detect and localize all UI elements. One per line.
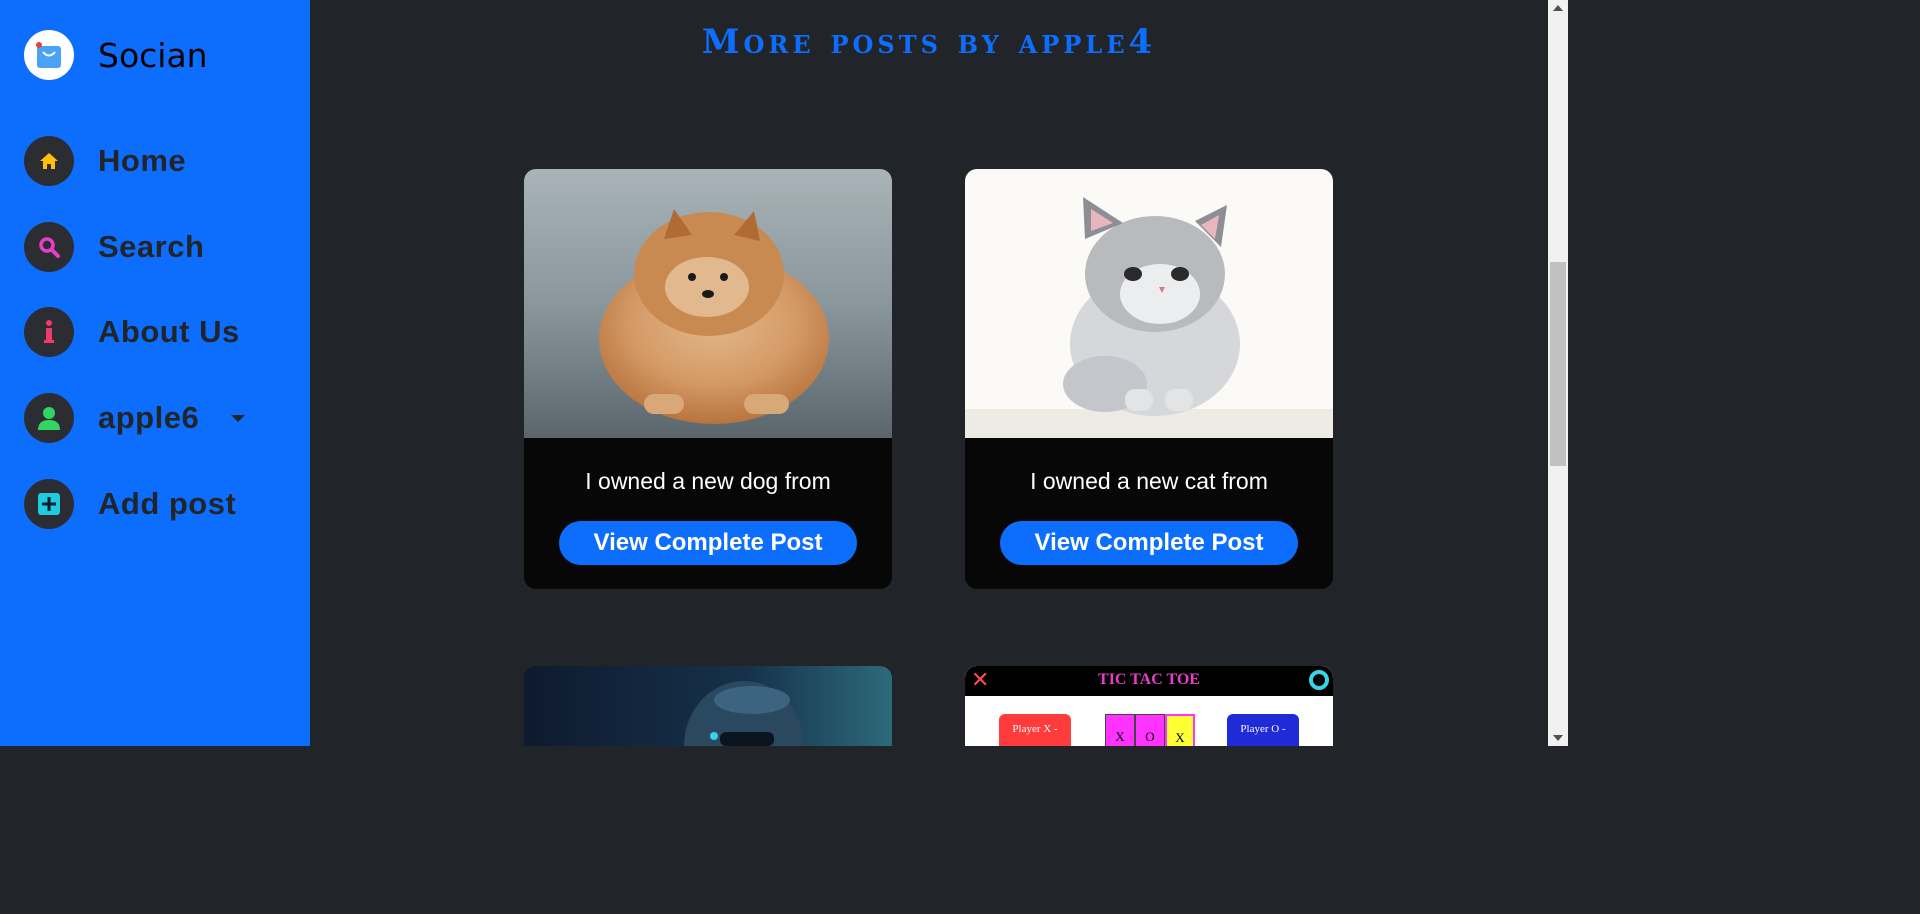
nav-user-label: apple6 xyxy=(98,400,200,435)
post-card: I owned a new cat from View Complete Pos… xyxy=(965,169,1333,589)
post-card xyxy=(524,666,892,746)
kitten-painting[interactable] xyxy=(965,169,1333,438)
nav-add-post[interactable]: Add post xyxy=(24,479,236,529)
pomeranian-dog-photo[interactable] xyxy=(524,169,892,438)
post-excerpt: I owned a new cat from xyxy=(1030,468,1268,494)
view-complete-post-button[interactable]: View Complete Post xyxy=(559,521,857,565)
main-content: More posts by apple4 I owned a new dog f… xyxy=(310,0,1548,746)
player-x-score: Player X - Score xyxy=(999,714,1071,746)
shopping-bag-icon xyxy=(24,30,74,80)
user-icon xyxy=(24,393,74,443)
sidebar: Socian Home Search About Us apple6 Add p… xyxy=(0,0,310,746)
chevron-down-icon xyxy=(231,414,246,422)
nav-search-label: Search xyxy=(98,229,205,264)
nav-home-label: Home xyxy=(98,143,187,178)
scroll-up-arrow-icon[interactable] xyxy=(1553,5,1563,11)
info-icon xyxy=(24,307,74,357)
board-cell: O xyxy=(1135,714,1165,746)
view-complete-post-button[interactable]: View Complete Post xyxy=(1000,521,1298,565)
nav-about-label: About Us xyxy=(98,314,240,349)
tic-tac-toe-screenshot[interactable]: ✕ TIC TAC TOE Player X - Score X O X Pla… xyxy=(965,666,1333,746)
nav-add-post-label: Add post xyxy=(98,486,237,521)
page-title: More posts by apple4 xyxy=(701,22,1157,62)
post-card: ✕ TIC TAC TOE Player X - Score X O X Pla… xyxy=(965,666,1333,746)
board-cell: X xyxy=(1165,714,1195,746)
brand-name: Socian xyxy=(98,35,208,75)
add-icon xyxy=(24,479,74,529)
home-icon xyxy=(24,136,74,186)
nav-home[interactable]: Home xyxy=(24,136,186,186)
scrollbar-thumb[interactable] xyxy=(1550,262,1566,466)
post-card: I owned a new dog from View Complete Pos… xyxy=(524,169,892,589)
post-excerpt: I owned a new dog from xyxy=(585,468,831,494)
board-cell: X xyxy=(1105,714,1135,746)
search-icon xyxy=(24,222,74,272)
player-o-score: Player O - Score xyxy=(1227,714,1299,746)
nav-search[interactable]: Search xyxy=(24,222,204,272)
astronaut-helmet-art[interactable] xyxy=(524,666,892,746)
circle-icon xyxy=(1309,670,1329,690)
brand-logo[interactable]: Socian xyxy=(24,30,208,80)
scroll-down-arrow-icon[interactable] xyxy=(1553,735,1563,741)
vertical-scrollbar[interactable] xyxy=(1548,0,1568,746)
nav-user-dropdown[interactable]: apple6 xyxy=(24,393,246,443)
game-title: TIC TAC TOE xyxy=(1098,671,1200,688)
nav-about[interactable]: About Us xyxy=(24,307,240,357)
